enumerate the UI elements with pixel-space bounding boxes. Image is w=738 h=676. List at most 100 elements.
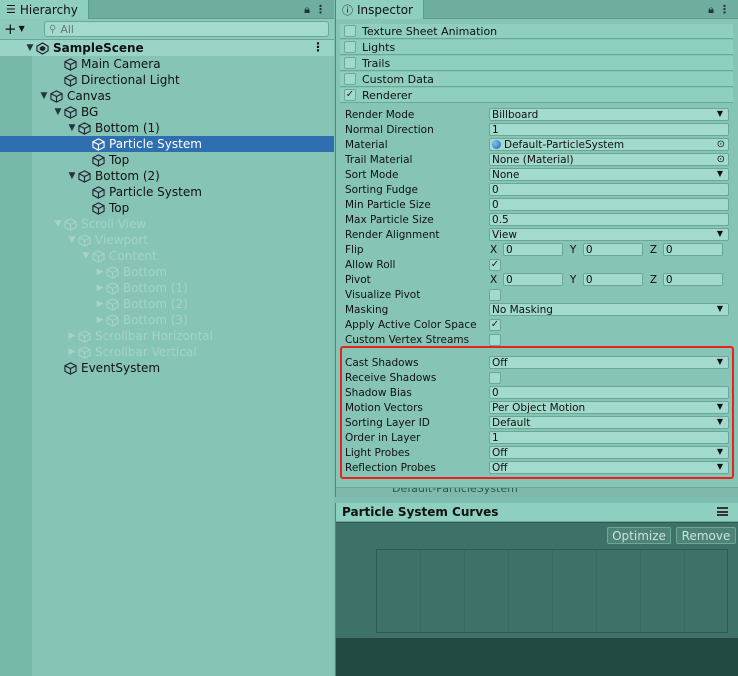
lock-icon[interactable]: 🔒︎ bbox=[708, 3, 714, 17]
module-enable-checkbox[interactable]: ✓ bbox=[344, 89, 356, 101]
next-component-header[interactable]: Default-ParticleSystem bbox=[336, 487, 738, 497]
module-enable-checkbox[interactable] bbox=[344, 73, 356, 85]
property-checkbox[interactable]: ✓ bbox=[489, 258, 501, 271]
collapsed-arrow-icon[interactable]: ▶ bbox=[94, 283, 106, 293]
hierarchy-item[interactable]: Particle System bbox=[0, 136, 334, 152]
number-field[interactable]: 0 bbox=[503, 273, 563, 286]
hierarchy-item[interactable]: Main Camera bbox=[0, 56, 334, 72]
field-value: Default-ParticleSystem bbox=[504, 138, 625, 151]
hierarchy-item[interactable]: ▶ Scrollbar Vertical bbox=[0, 344, 334, 360]
object-field[interactable]: Default-ParticleSystem ⊙ bbox=[489, 138, 729, 151]
module-enable-checkbox[interactable] bbox=[344, 25, 356, 37]
hierarchy-item[interactable]: ▼ Viewport bbox=[0, 232, 334, 248]
property-checkbox[interactable] bbox=[489, 288, 501, 301]
more-icon[interactable]: ⋮ bbox=[719, 3, 730, 16]
more-icon[interactable]: ⋮ bbox=[315, 3, 326, 16]
hierarchy-item[interactable]: ▼ Content bbox=[0, 248, 334, 264]
hierarchy-item-label: Bottom (2) bbox=[123, 297, 188, 311]
hierarchy-item[interactable]: Particle System bbox=[0, 184, 334, 200]
module-header[interactable]: Lights bbox=[340, 40, 733, 55]
cube-icon bbox=[78, 233, 91, 247]
menu-icon[interactable] bbox=[717, 507, 728, 516]
curve-grid[interactable] bbox=[376, 549, 728, 633]
expanded-arrow-icon[interactable]: ▼ bbox=[80, 251, 92, 261]
collapsed-arrow-icon[interactable]: ▶ bbox=[66, 331, 78, 341]
lock-icon[interactable]: 🔒︎ bbox=[304, 3, 310, 17]
number-field[interactable]: 0 bbox=[662, 243, 723, 256]
search-input[interactable] bbox=[60, 22, 301, 36]
number-field[interactable]: 0 bbox=[582, 273, 643, 286]
hierarchy-item[interactable]: Directional Light bbox=[0, 72, 334, 88]
collapsed-arrow-icon[interactable]: ▶ bbox=[94, 267, 106, 277]
object-picker-icon[interactable]: ⊙ bbox=[717, 154, 725, 165]
expanded-arrow-icon[interactable]: ▼ bbox=[38, 91, 50, 101]
module-header[interactable]: Custom Data bbox=[340, 72, 733, 87]
hierarchy-item[interactable]: ▼ BG bbox=[0, 104, 334, 120]
expanded-arrow-icon[interactable]: ▼ bbox=[66, 235, 78, 245]
module-header[interactable]: Trails bbox=[340, 56, 733, 71]
property-value bbox=[489, 333, 729, 346]
text-field[interactable]: 0 bbox=[489, 183, 729, 196]
hierarchy-item[interactable]: Top bbox=[0, 200, 334, 216]
expanded-arrow-icon[interactable]: ▼ bbox=[66, 123, 78, 133]
text-field[interactable]: 0 bbox=[489, 198, 729, 211]
collapsed-arrow-icon[interactable]: ▶ bbox=[94, 299, 106, 309]
scene-menu-icon[interactable]: ⋮ bbox=[312, 40, 324, 54]
hierarchy-item[interactable]: ▼ Bottom (1) bbox=[0, 120, 334, 136]
remove-button[interactable]: Remove bbox=[676, 527, 736, 544]
hierarchy-item-label: Directional Light bbox=[81, 73, 180, 87]
hierarchy-item[interactable]: Top bbox=[0, 152, 334, 168]
property-checkbox[interactable] bbox=[489, 333, 501, 346]
curves-panel: Particle System Curves Optimize Remove bbox=[335, 503, 738, 676]
object-picker-icon[interactable]: ⊙ bbox=[717, 139, 725, 150]
hierarchy-item[interactable]: ▶ Scrollbar Horizontal bbox=[0, 328, 334, 344]
collapsed-arrow-icon[interactable]: ▶ bbox=[94, 315, 106, 325]
module-header[interactable]: ✓ Renderer bbox=[340, 88, 733, 103]
number-field[interactable]: 0 bbox=[662, 273, 723, 286]
hierarchy-tab[interactable]: ☰ Hierarchy bbox=[0, 0, 89, 19]
inspector-tab[interactable]: ⓘ Inspector bbox=[336, 0, 424, 19]
optimize-button[interactable]: Optimize bbox=[607, 527, 671, 544]
hierarchy-item[interactable]: ▼ Canvas bbox=[0, 88, 334, 104]
hierarchy-item-label: Canvas bbox=[67, 89, 112, 103]
hierarchy-item[interactable]: ▶ Bottom (1) bbox=[0, 280, 334, 296]
curves-editor[interactable]: Optimize Remove bbox=[336, 523, 738, 638]
hierarchy-tab-label: Hierarchy bbox=[19, 2, 78, 17]
axis-label: X bbox=[490, 243, 498, 256]
hierarchy-item[interactable]: EventSystem bbox=[0, 360, 334, 376]
hierarchy-item[interactable]: ▶ Bottom bbox=[0, 264, 334, 280]
property-label: Normal Direction bbox=[345, 123, 434, 136]
hierarchy-item[interactable]: ▶ Bottom (3) bbox=[0, 312, 334, 328]
dropdown-arrow-icon: ▼ bbox=[716, 169, 723, 178]
hierarchy-search[interactable]: ⚲ bbox=[44, 21, 329, 37]
field-value: None (Material) bbox=[492, 153, 574, 166]
property-checkbox[interactable]: ✓ bbox=[489, 318, 501, 331]
expanded-arrow-icon[interactable]: ▼ bbox=[52, 219, 64, 229]
expanded-arrow-icon[interactable]: ▼ bbox=[24, 43, 36, 53]
dropdown-field[interactable]: Billboard ▼ bbox=[489, 108, 729, 121]
number-field[interactable]: 0 bbox=[582, 243, 643, 256]
unity-icon bbox=[36, 41, 49, 55]
module-enable-checkbox[interactable] bbox=[344, 57, 356, 69]
module-enable-checkbox[interactable] bbox=[344, 41, 356, 53]
property-row: Normal Direction 1 bbox=[345, 122, 729, 137]
scene-row[interactable]: ▼ SampleScene ⋮ bbox=[0, 40, 334, 56]
dropdown-field[interactable]: None ▼ bbox=[489, 168, 729, 181]
object-field[interactable]: None (Material) ⊙ bbox=[489, 153, 729, 166]
hierarchy-item-label: EventSystem bbox=[81, 361, 161, 375]
module-header[interactable]: Texture Sheet Animation bbox=[340, 24, 733, 39]
dropdown-field[interactable]: View ▼ bbox=[489, 228, 729, 241]
dropdown-field[interactable]: No Masking ▼ bbox=[489, 303, 729, 316]
text-field[interactable]: 0.5 bbox=[489, 213, 729, 226]
expanded-arrow-icon[interactable]: ▼ bbox=[52, 107, 64, 117]
expanded-arrow-icon[interactable]: ▼ bbox=[66, 171, 78, 181]
create-button[interactable]: + ▼ bbox=[4, 21, 34, 37]
property-value: No Masking ▼ bbox=[489, 303, 729, 316]
text-field[interactable]: 1 bbox=[489, 123, 729, 136]
hierarchy-item[interactable]: ▼ Bottom (2) bbox=[0, 168, 334, 184]
hierarchy-item[interactable]: ▼ Scroll View bbox=[0, 216, 334, 232]
number-field[interactable]: 0 bbox=[503, 243, 563, 256]
property-value: X0Y0Z0 bbox=[489, 243, 729, 256]
collapsed-arrow-icon[interactable]: ▶ bbox=[66, 347, 78, 357]
hierarchy-item[interactable]: ▶ Bottom (2) bbox=[0, 296, 334, 312]
